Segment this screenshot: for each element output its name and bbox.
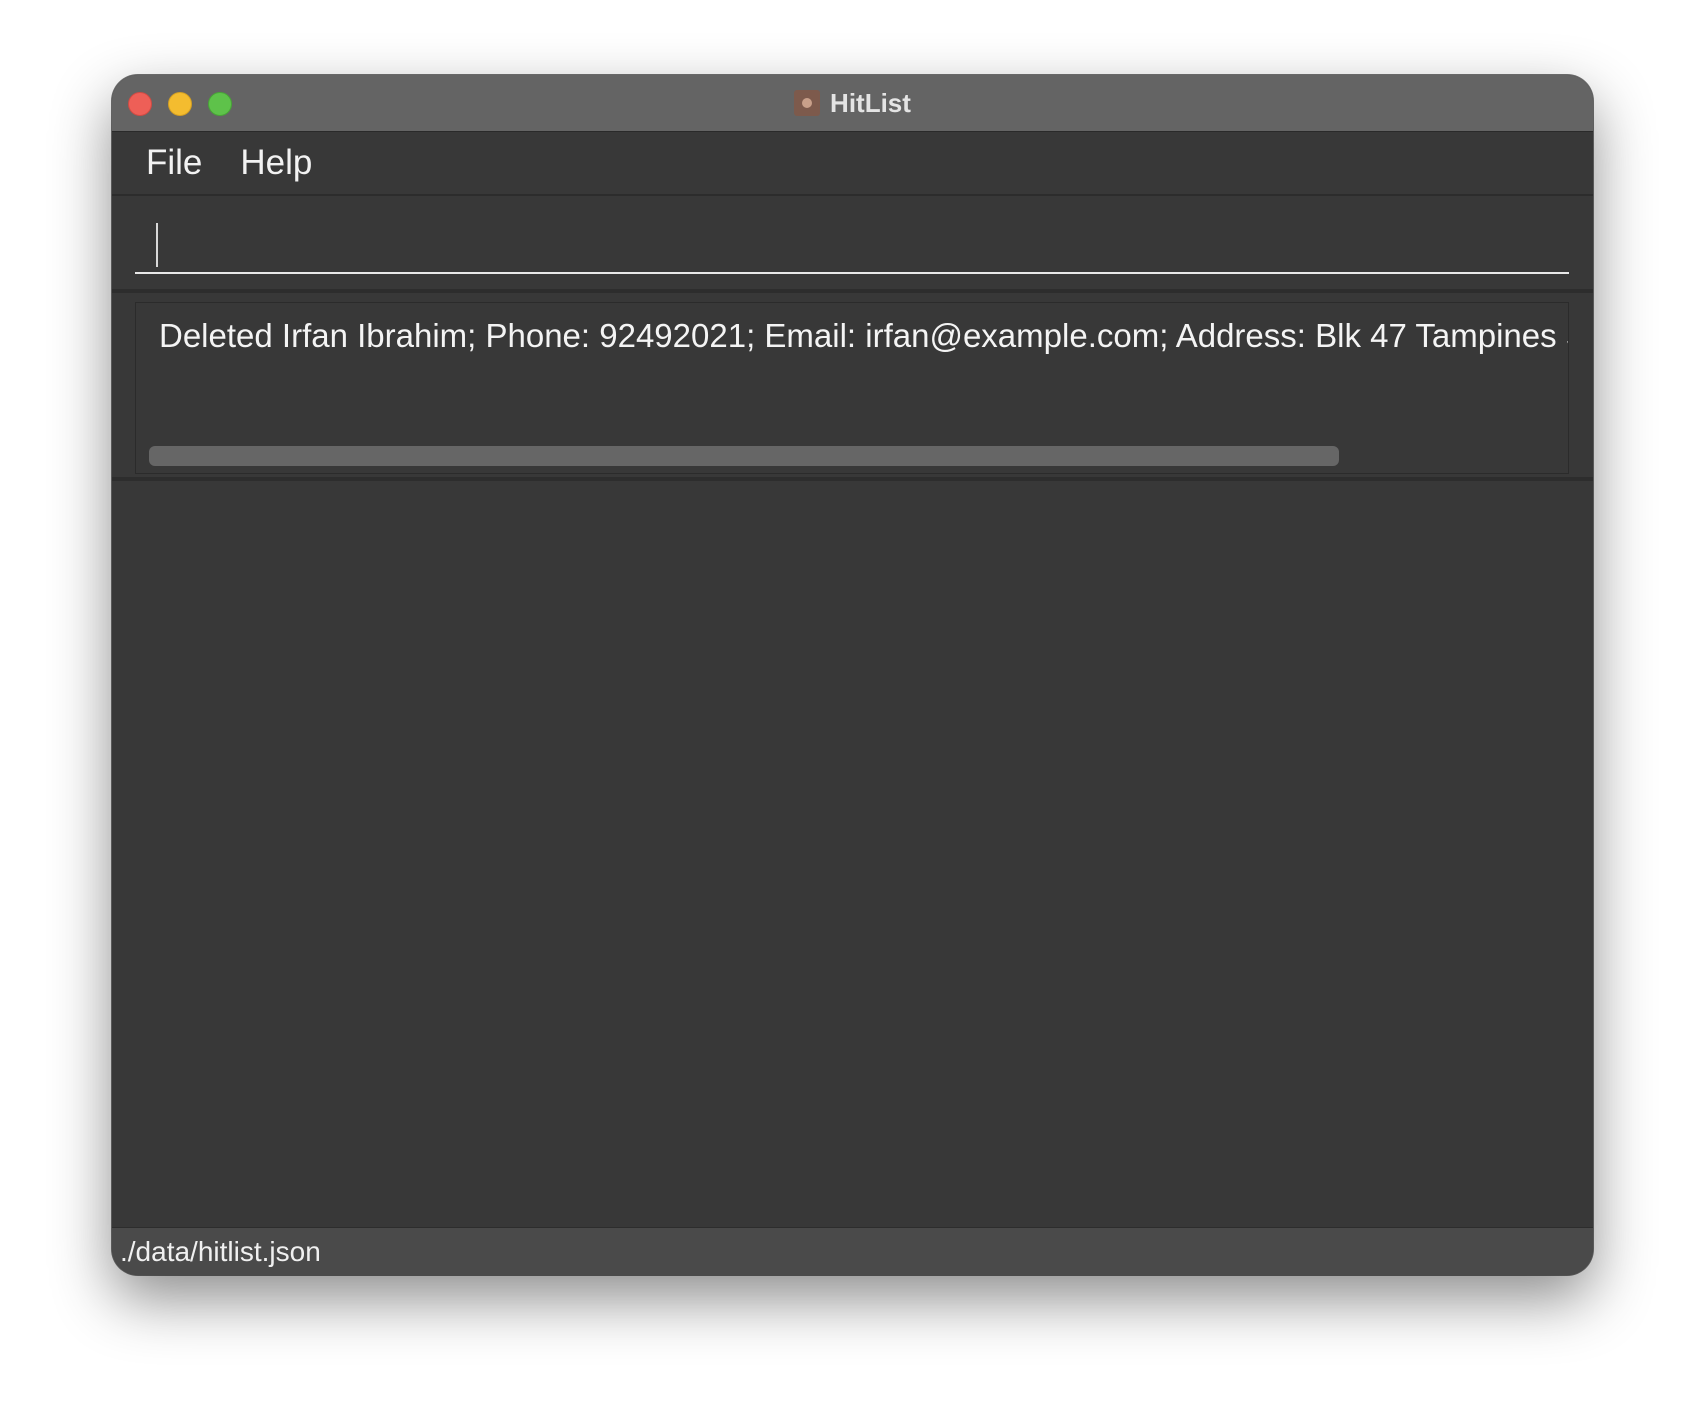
result-message: Deleted Irfan Ibrahim; Phone: 92492021; … [159, 317, 1569, 354]
title-group: HitList [112, 75, 1593, 131]
horizontal-scrollbar-thumb[interactable] [149, 446, 1339, 466]
command-box-panel [112, 196, 1593, 293]
save-location-label: ./data/hitlist.json [120, 1236, 321, 1267]
menu-bar: File Help [112, 132, 1593, 196]
status-bar: ./data/hitlist.json [112, 1227, 1593, 1275]
hitlist-app-icon [794, 90, 821, 116]
window-title: HitList [830, 87, 911, 118]
app-window: HitList File Help Deleted Irfan Ibrahim;… [112, 75, 1593, 1275]
menu-help[interactable]: Help [240, 143, 312, 183]
title-bar[interactable]: HitList [112, 75, 1593, 132]
menu-file[interactable]: File [146, 143, 202, 183]
result-display-box[interactable]: Deleted Irfan Ibrahim; Phone: 92492021; … [135, 302, 1569, 474]
text-caret [156, 223, 158, 267]
person-list-panel[interactable] [112, 481, 1593, 1227]
result-display-panel: Deleted Irfan Ibrahim; Phone: 92492021; … [112, 293, 1593, 481]
command-input[interactable] [135, 212, 1569, 274]
